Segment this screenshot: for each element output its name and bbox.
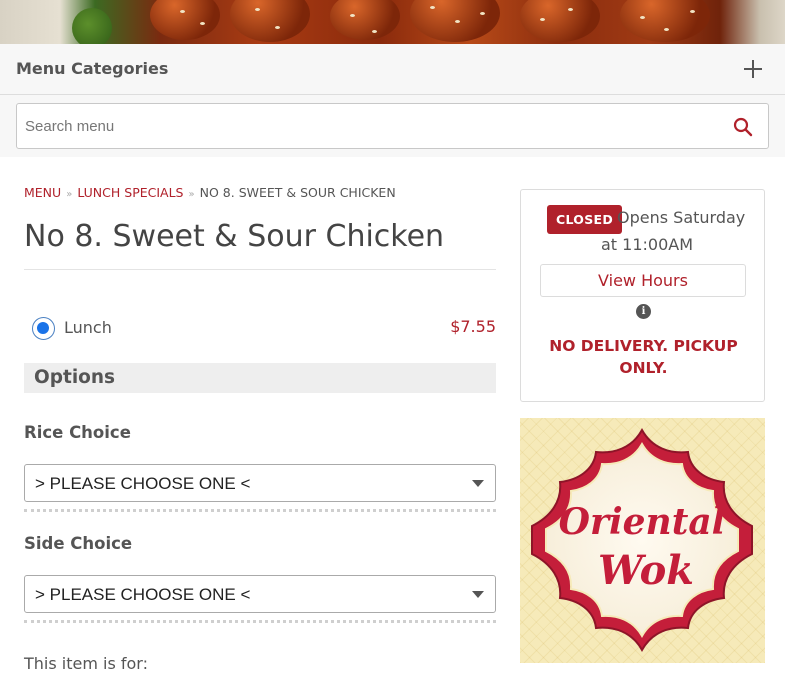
status-badge: CLOSED bbox=[547, 205, 623, 234]
food-decoration bbox=[330, 0, 400, 40]
broccoli-decoration bbox=[72, 8, 112, 44]
search-icon[interactable] bbox=[733, 117, 753, 137]
options-heading: Options bbox=[34, 367, 116, 388]
hero-image bbox=[0, 0, 785, 44]
breadcrumb-menu-link[interactable]: MENU bbox=[24, 185, 61, 200]
breadcrumb-separator: » bbox=[188, 189, 195, 200]
food-decoration bbox=[230, 0, 310, 42]
food-decoration bbox=[520, 0, 600, 42]
size-radio-lunch[interactable] bbox=[32, 317, 55, 340]
restaurant-logo: Oriental Wok bbox=[520, 418, 765, 663]
rice-choice-label: Rice Choice bbox=[24, 423, 131, 442]
search-input[interactable] bbox=[16, 103, 769, 149]
chevron-down-icon bbox=[472, 480, 484, 487]
food-decoration bbox=[150, 0, 220, 40]
search-bar bbox=[0, 95, 785, 157]
dotted-divider bbox=[24, 620, 496, 623]
menu-categories-title: Menu Categories bbox=[16, 59, 169, 78]
options-header: Options bbox=[24, 363, 496, 393]
size-option-row[interactable]: Lunch $7.55 bbox=[24, 312, 496, 344]
chevron-down-icon bbox=[472, 591, 484, 598]
delivery-notice: NO DELIVERY. PICKUP ONLY. bbox=[549, 337, 738, 377]
dotted-divider bbox=[24, 509, 496, 512]
info-icon[interactable]: i bbox=[636, 304, 651, 319]
breadcrumb: MENU » LUNCH SPECIALS » NO 8. SWEET & SOUR C… bbox=[24, 185, 396, 200]
size-price: $7.55 bbox=[450, 317, 496, 336]
title-divider bbox=[24, 269, 496, 270]
item-title: No 8. Sweet & Sour Chicken bbox=[24, 219, 445, 254]
opens-text-line1: Opens Saturday bbox=[617, 208, 746, 227]
breadcrumb-current: NO 8. SWEET & SOUR CHICKEN bbox=[199, 185, 396, 200]
rice-choice-value: > PLEASE CHOOSE ONE < bbox=[35, 474, 251, 493]
logo-text-line1: Oriental bbox=[559, 501, 726, 543]
menu-categories-bar[interactable]: Menu Categories bbox=[0, 44, 785, 95]
view-hours-button[interactable]: View Hours bbox=[540, 264, 746, 297]
breadcrumb-separator: » bbox=[66, 189, 73, 200]
plus-icon[interactable] bbox=[741, 57, 765, 81]
size-label: Lunch bbox=[64, 318, 112, 337]
logo-text-line2: Wok bbox=[598, 547, 694, 594]
store-status-card: CLOSED Opens Saturday at 11:00AM View Ho… bbox=[520, 189, 765, 402]
side-choice-label: Side Choice bbox=[24, 534, 133, 553]
breadcrumb-lunch-specials-link[interactable]: LUNCH SPECIALS bbox=[77, 185, 183, 200]
rice-choice-select[interactable]: > PLEASE CHOOSE ONE < bbox=[24, 464, 496, 502]
item-for-label: This item is for: bbox=[24, 654, 148, 673]
opens-text-line2: at 11:00AM bbox=[601, 235, 694, 254]
food-decoration bbox=[620, 0, 710, 42]
side-choice-select[interactable]: > PLEASE CHOOSE ONE < bbox=[24, 575, 496, 613]
side-choice-value: > PLEASE CHOOSE ONE < bbox=[35, 585, 251, 604]
